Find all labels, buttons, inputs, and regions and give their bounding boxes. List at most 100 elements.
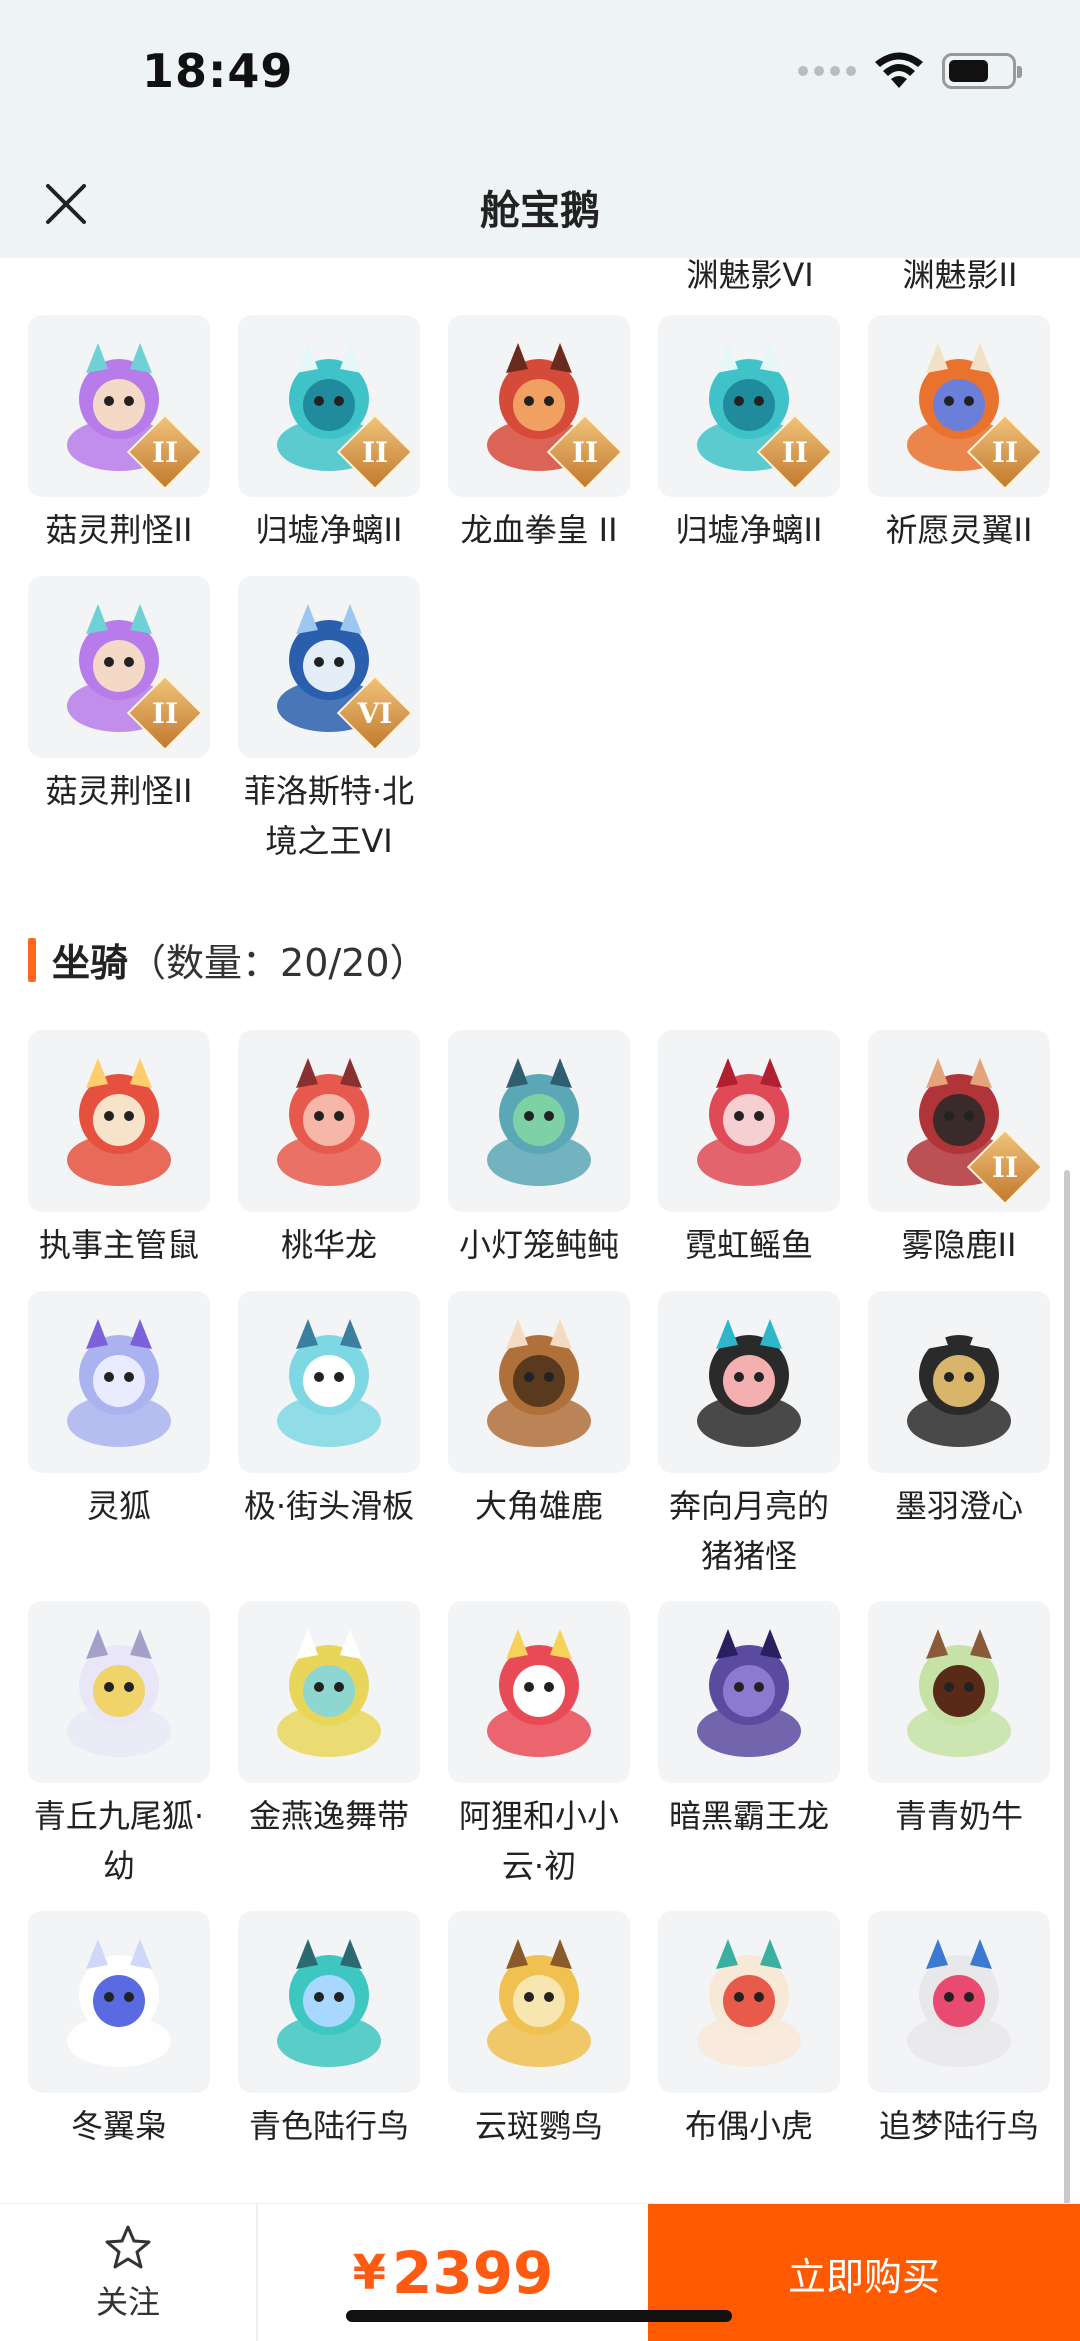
item-label: 归墟净螭II <box>675 511 823 549</box>
item-label: 归墟净螭II <box>255 511 403 549</box>
mount-item[interactable]: 墨羽澄心 <box>868 1291 1050 1531</box>
mount-item[interactable]: 执事主管鼠 <box>28 1030 210 1270</box>
item-thumbnail <box>448 1601 630 1783</box>
pet-item[interactable]: II 归墟净螭II <box>238 315 420 555</box>
item-thumbnail <box>238 1030 420 1212</box>
mount-item[interactable]: 云斑鹦鸟 <box>448 1911 630 2151</box>
item-thumbnail: II <box>658 315 840 497</box>
dream-chocobo-icon <box>907 1939 1011 2067</box>
pet-item[interactable]: II 祈愿灵翼II <box>868 315 1050 555</box>
stag-icon <box>487 1319 591 1447</box>
item-thumbnail <box>238 1911 420 2093</box>
peach-dragon-icon <box>277 1058 381 1186</box>
rank-badge-text: II <box>151 696 179 730</box>
neon-ray-icon <box>697 1058 801 1186</box>
item-label: 小灯笼鲀鲀 <box>458 1226 619 1264</box>
page-title: 舱宝鹅 <box>480 188 600 234</box>
pet-item[interactable]: II 菇灵荆怪II <box>28 576 210 816</box>
section-title: 坐骑 <box>52 941 129 985</box>
skateboard-icon <box>277 1319 381 1447</box>
mount-item[interactable]: 小灯笼鲀鲀 <box>448 1030 630 1270</box>
item-thumbnail: II <box>868 315 1050 497</box>
mount-item[interactable]: 金燕逸舞带 <box>238 1601 420 1841</box>
item-thumbnail <box>238 1601 420 1783</box>
pet-item[interactable]: II 龙血拳皇 II <box>448 315 630 555</box>
item-label: 墨羽澄心 <box>894 1487 1023 1525</box>
item-thumbnail <box>868 1601 1050 1783</box>
mount-item[interactable]: 布偶小虎 <box>658 1911 840 2151</box>
mount-item[interactable]: 暗黑霸王龙 <box>658 1601 840 1841</box>
item-thumbnail <box>238 1291 420 1473</box>
ahri-cloud-icon <box>487 1629 591 1757</box>
dark-trex-icon <box>697 1629 801 1757</box>
item-thumbnail <box>658 1601 840 1783</box>
rank-badge-text: II <box>991 1150 1019 1184</box>
mount-item[interactable]: II 雾隐鹿II <box>868 1030 1050 1270</box>
item-label: 奔向月亮的猪猪怪 <box>668 1487 829 1575</box>
price-value: 2399 <box>391 2239 554 2307</box>
nine-tail-fox-icon <box>67 1629 171 1757</box>
item-thumbnail <box>448 1911 630 2093</box>
item-label: 大角雄鹿 <box>474 1487 603 1525</box>
item-thumbnail: II <box>868 1030 1050 1212</box>
item-label: 追梦陆行鸟 <box>878 2107 1039 2145</box>
item-thumbnail: II <box>238 315 420 497</box>
mount-item[interactable]: 阿狸和小小云·初 <box>448 1601 630 1891</box>
butler-mouse-icon <box>67 1058 171 1186</box>
pet-item[interactable]: II 菇灵荆怪II <box>28 315 210 555</box>
item-label: 执事主管鼠 <box>38 1226 199 1264</box>
mount-item[interactable]: 桃华龙 <box>238 1030 420 1270</box>
mount-item[interactable]: 霓虹鳐鱼 <box>658 1030 840 1270</box>
wifi-icon <box>875 52 923 88</box>
green-cow-icon <box>907 1629 1011 1757</box>
mount-item[interactable]: 大角雄鹿 <box>448 1291 630 1531</box>
pet-item[interactable]: VI 菲洛斯特·北境之王VI <box>238 576 420 866</box>
rank-badge-text: VI <box>357 696 393 730</box>
item-label: 祈愿灵翼II <box>885 511 1033 549</box>
follow-button[interactable]: 关注 <box>0 2204 258 2341</box>
battery-icon <box>942 53 1022 89</box>
item-label: 布偶小虎 <box>684 2107 813 2145</box>
spirit-fox-icon <box>67 1319 171 1447</box>
item-label: 龙血拳皇 II <box>460 511 618 549</box>
pet-item[interactable]: II 归墟净螭II <box>658 315 840 555</box>
item-thumbnail: II <box>28 576 210 758</box>
item-label: 云斑鹦鸟 <box>474 2107 603 2145</box>
item-thumbnail <box>28 1911 210 2093</box>
item-thumbnail <box>28 1601 210 1783</box>
mount-item[interactable]: 极·街头滑板 <box>238 1291 420 1531</box>
rank-badge-text: II <box>571 435 599 469</box>
mount-item[interactable]: 冬翼枭 <box>28 1911 210 2151</box>
price-symbol: ¥ <box>352 2245 386 2301</box>
item-thumbnail <box>28 1030 210 1212</box>
mount-item[interactable]: 追梦陆行鸟 <box>868 1911 1050 2151</box>
item-thumbnail <box>868 1911 1050 2093</box>
ink-feather-icon <box>907 1319 1011 1447</box>
mount-item[interactable]: 青色陆行鸟 <box>238 1911 420 2151</box>
mount-item[interactable]: 奔向月亮的猪猪怪 <box>658 1291 840 1581</box>
lantern-puffer-icon <box>487 1058 591 1186</box>
status-time: 18:49 <box>142 44 294 98</box>
item-label: 菇灵荆怪II <box>45 772 193 810</box>
item-thumbnail: VI <box>238 576 420 758</box>
item-thumbnail: II <box>28 315 210 497</box>
item-thumbnail <box>868 1291 1050 1473</box>
section-accent-bar <box>28 937 36 982</box>
screen: 18:49 舱宝鹅 渊魅影VI 渊魅影II II 菇灵荆怪II II 归墟净螭I… <box>0 0 1080 2341</box>
rank-badge-text: II <box>361 435 389 469</box>
item-label: 阿狸和小小云·初 <box>458 1797 619 1885</box>
item-label: 极·街头滑板 <box>243 1487 415 1525</box>
item-label: 菇灵荆怪II <box>45 511 193 549</box>
item-thumbnail <box>448 1030 630 1212</box>
cyan-chocobo-icon <box>277 1939 381 2067</box>
rank-badge-text: II <box>781 435 809 469</box>
status-icons <box>798 52 1022 90</box>
mounts-section-header: 坐骑 （数量：20/20） <box>28 932 428 987</box>
item-label: 冬翼枭 <box>70 2107 167 2145</box>
item-label: 青色陆行鸟 <box>248 2107 409 2145</box>
mount-item[interactable]: 青青奶牛 <box>868 1601 1050 1841</box>
item-label: 霓虹鳐鱼 <box>684 1226 813 1264</box>
mount-item[interactable]: 灵狐 <box>28 1291 210 1531</box>
scrollbar[interactable] <box>1064 1170 1070 2210</box>
mount-item[interactable]: 青丘九尾狐·幼 <box>28 1601 210 1891</box>
